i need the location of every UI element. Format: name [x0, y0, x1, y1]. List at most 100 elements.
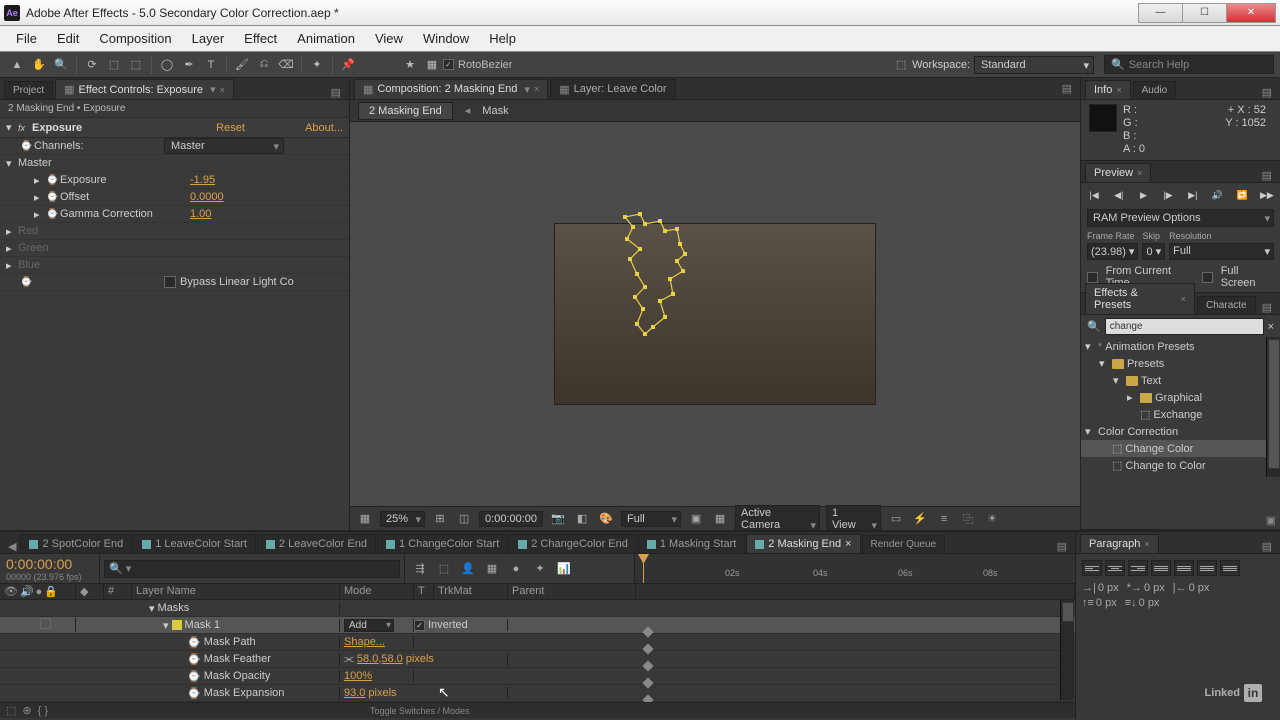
menu-layer[interactable]: Layer: [182, 27, 235, 50]
clear-search-icon[interactable]: ×: [1268, 321, 1274, 333]
menu-effect[interactable]: Effect: [234, 27, 287, 50]
panel-menu-icon[interactable]: ▤: [327, 86, 345, 99]
ram-preview-button[interactable]: ▶▶: [1258, 187, 1276, 203]
reset-exposure-icon[interactable]: ☀: [983, 511, 1001, 527]
menu-file[interactable]: File: [6, 27, 47, 50]
timeline-tab[interactable]: 2 LeaveColor End: [257, 534, 376, 553]
flowchart-icon[interactable]: ⿻: [959, 511, 977, 527]
loop-button[interactable]: 🔁: [1233, 187, 1251, 203]
panel-menu-icon[interactable]: ▤: [1058, 82, 1076, 95]
inverted-checkbox[interactable]: ✓: [414, 620, 425, 631]
panel-menu-icon[interactable]: ▤: [1053, 540, 1071, 553]
tree-exchange[interactable]: Exchange: [1153, 409, 1202, 421]
close-button[interactable]: ✕: [1226, 3, 1276, 23]
mask-path-value[interactable]: Shape...: [344, 636, 385, 648]
stopwatch-icon[interactable]: ⌚: [20, 277, 34, 288]
justify-left-button[interactable]: [1151, 560, 1171, 576]
stopwatch-icon[interactable]: ⌚: [187, 687, 201, 700]
play-button[interactable]: ▶: [1134, 187, 1152, 203]
info-tab[interactable]: Info×: [1085, 80, 1131, 99]
stopwatch-icon[interactable]: ⌚: [46, 192, 60, 203]
align-right-button[interactable]: [1128, 560, 1148, 576]
channel-icon[interactable]: ◧: [573, 511, 591, 527]
clone-tool[interactable]: ⎌: [253, 55, 275, 75]
last-frame-button[interactable]: ▶|: [1184, 187, 1202, 203]
panel-menu-icon[interactable]: ▤: [1258, 86, 1276, 99]
offset-value[interactable]: 0.0000: [190, 191, 224, 203]
selection-tool[interactable]: ▲: [6, 55, 28, 75]
panel-menu-icon[interactable]: ▤: [1258, 540, 1276, 553]
stopwatch-icon[interactable]: ⌚: [187, 636, 201, 649]
zoom-dropdown[interactable]: 25%: [380, 511, 425, 527]
star-icon[interactable]: ★: [399, 55, 421, 75]
preview-resolution-input[interactable]: Full ▾: [1169, 243, 1274, 260]
views-dropdown[interactable]: 1 View: [826, 505, 881, 533]
rotate-tool[interactable]: ⟳: [81, 55, 103, 75]
menu-help[interactable]: Help: [479, 27, 526, 50]
bypass-checkbox[interactable]: [164, 276, 176, 288]
align-left-button[interactable]: [1082, 560, 1102, 576]
camera-dropdown[interactable]: Active Camera: [735, 505, 820, 533]
mask-visibility-icon[interactable]: ◫: [455, 511, 473, 527]
paragraph-tab[interactable]: Paragraph×: [1080, 534, 1159, 553]
current-time-indicator[interactable]: [643, 554, 644, 583]
pen-tool[interactable]: ✒: [178, 55, 200, 75]
exposure-value[interactable]: -1.95: [190, 174, 215, 186]
indent-right-value[interactable]: 0 px: [1189, 582, 1210, 594]
about-link[interactable]: About...: [305, 122, 343, 134]
preview-tab[interactable]: Preview×: [1085, 163, 1151, 182]
align-center-button[interactable]: [1105, 560, 1125, 576]
brush-tool[interactable]: 🖌: [231, 55, 253, 75]
panel-menu-icon[interactable]: ▤: [1258, 169, 1276, 182]
tree-change-to-color[interactable]: Change to Color: [1125, 460, 1205, 472]
character-tab[interactable]: Characte: [1197, 296, 1256, 314]
comp-crumb-1[interactable]: 2 Masking End: [358, 102, 453, 120]
pan-behind-tool[interactable]: ⬚: [125, 55, 147, 75]
justify-all-button[interactable]: [1220, 560, 1240, 576]
timeline-search[interactable]: 🔍 ▾: [104, 560, 400, 578]
snapshot-icon[interactable]: 📷: [549, 511, 567, 527]
channels-dropdown[interactable]: Master: [164, 138, 284, 154]
composition-tab[interactable]: ▦Composition: 2 Masking End▾×: [354, 79, 548, 99]
mask-shape-overlay[interactable]: [615, 209, 705, 344]
frame-blend-icon[interactable]: ▦: [483, 560, 501, 578]
solo-icon[interactable]: ●: [36, 586, 43, 598]
puppet-tool[interactable]: 📌: [337, 55, 359, 75]
menu-composition[interactable]: Composition: [89, 27, 181, 50]
fx-icon[interactable]: fx: [18, 123, 32, 133]
timeline-tab[interactable]: 2 ChangeColor End: [509, 534, 637, 553]
layer-tab[interactable]: ▦Layer: Leave Color: [550, 79, 675, 99]
shape-tool[interactable]: ◯: [156, 55, 178, 75]
timeline-tab[interactable]: 2 SpotColor End: [20, 534, 132, 553]
audio-button[interactable]: 🔊: [1209, 187, 1227, 203]
stopwatch-icon[interactable]: ⌚: [20, 141, 34, 152]
stopwatch-icon[interactable]: ⌚: [187, 653, 201, 666]
menu-view[interactable]: View: [365, 27, 413, 50]
ram-options-dropdown[interactable]: RAM Preview Options: [1087, 209, 1274, 227]
space-before-value[interactable]: 0 px: [1096, 597, 1117, 609]
new-bin-icon[interactable]: ▣: [1266, 514, 1276, 527]
tree-color-correction[interactable]: Color Correction: [1098, 426, 1178, 438]
comp-crumb-2[interactable]: Mask: [482, 105, 508, 117]
justify-center-button[interactable]: [1174, 560, 1194, 576]
safe-zones-icon[interactable]: ⊞: [431, 511, 449, 527]
next-frame-button[interactable]: |▶: [1159, 187, 1177, 203]
timeline-tab[interactable]: 1 LeaveColor Start: [133, 534, 256, 553]
viewer-timecode[interactable]: 0:00:00:00: [479, 511, 543, 527]
framerate-input[interactable]: (23.98) ▾: [1087, 243, 1138, 260]
mask-opacity-value[interactable]: 100%: [344, 670, 372, 682]
eye-icon[interactable]: 👁: [4, 585, 18, 598]
from-current-checkbox[interactable]: [1087, 272, 1098, 283]
space-after-value[interactable]: 0 px: [1139, 597, 1160, 609]
grid-icon[interactable]: ▦: [356, 511, 374, 527]
menu-animation[interactable]: Animation: [287, 27, 365, 50]
rotobezier-checkbox-label[interactable]: RotoBezier: [458, 59, 512, 71]
stopwatch-icon[interactable]: ⌚: [187, 670, 201, 683]
tree-text[interactable]: Text: [1141, 375, 1161, 387]
mask-expansion-value[interactable]: 93.0: [344, 687, 365, 699]
tree-presets[interactable]: Presets: [1127, 358, 1164, 370]
gamma-value[interactable]: 1.00: [190, 208, 211, 220]
pixel-aspect-icon[interactable]: ▭: [887, 511, 905, 527]
zoom-tool[interactable]: 🔍: [50, 55, 72, 75]
reset-link[interactable]: Reset: [216, 122, 245, 134]
